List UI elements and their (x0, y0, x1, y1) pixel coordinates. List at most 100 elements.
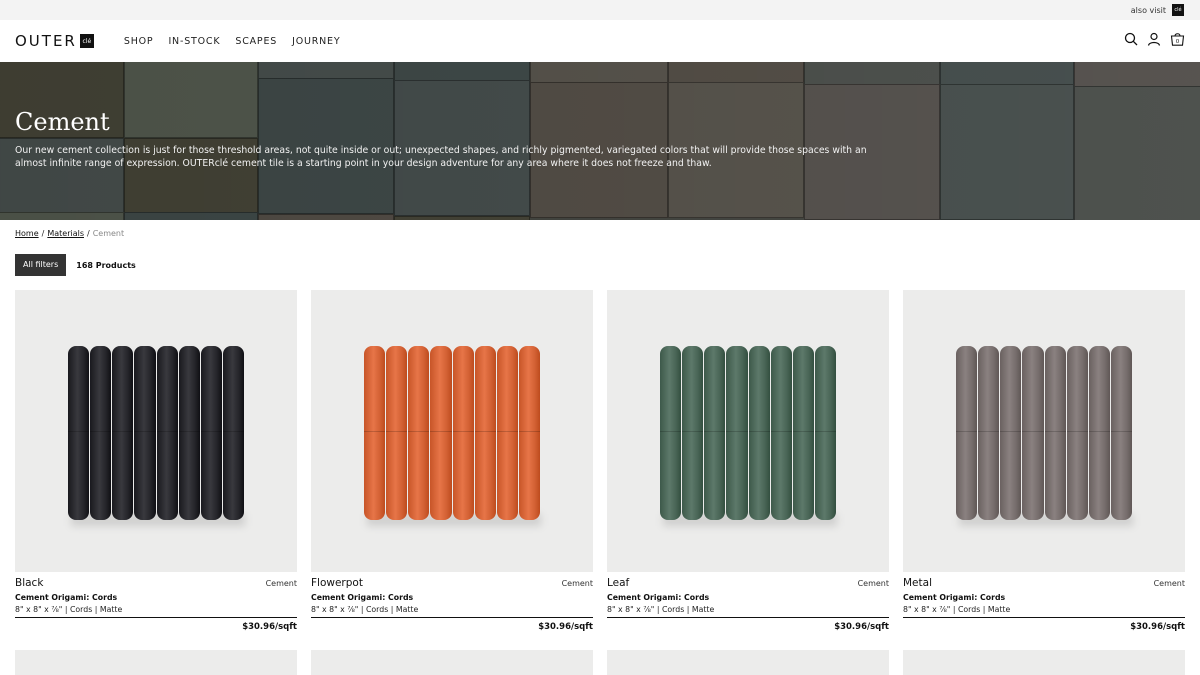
tile-cord (682, 346, 704, 520)
product-card[interactable]: Metal Cement Cement Origami: Cords 8" x … (903, 290, 1185, 632)
tile-cord (222, 346, 244, 520)
logo-wordmark: OUTER (15, 32, 77, 50)
tile-seam (178, 431, 200, 433)
tile-seam (1022, 431, 1044, 433)
tile-cord (1022, 346, 1044, 520)
tile-seam (134, 431, 156, 433)
hero-overlay (0, 62, 1200, 220)
tile-cord (748, 346, 770, 520)
breadcrumb-home[interactable]: Home (15, 229, 39, 238)
product-name[interactable]: Flowerpot (311, 577, 363, 589)
hero-description: Our new cement collection is just for th… (15, 145, 867, 169)
tile-cord (726, 346, 748, 520)
tile-seam (1088, 431, 1110, 433)
tile-cord (68, 346, 90, 520)
filter-bar: All filters 168 Products (15, 254, 136, 276)
tile-cord (452, 346, 474, 520)
search-icon[interactable] (1124, 32, 1138, 46)
cart-count: 0 (1176, 39, 1180, 45)
tile-cord (1088, 346, 1110, 520)
tile-cord (1066, 346, 1088, 520)
product-card[interactable]: Leaf Cement Cement Origami: Cords 8" x 8… (607, 290, 889, 632)
product-collection: Cement Origami: Cords (311, 593, 414, 602)
user-icon[interactable] (1147, 32, 1161, 46)
logo-box: clé (79, 34, 94, 48)
nav-in-stock[interactable]: IN-STOCK (168, 36, 220, 47)
site-header: OUTER clé SHOP IN-STOCK SCAPES JOURNEY 0 (0, 20, 1200, 62)
top-utility-bar: also visit clé (0, 0, 1200, 20)
tile-seam (682, 431, 704, 433)
tile-seam (518, 431, 540, 433)
product-spec: 8" x 8" x ⅞" | Cords | Matte (607, 605, 889, 618)
tile-seam (1044, 431, 1066, 433)
breadcrumb-separator: / (41, 229, 45, 238)
product-image[interactable] (607, 290, 889, 572)
product-image[interactable] (903, 290, 1185, 572)
tile-seam (792, 431, 814, 433)
tile-seam (726, 431, 748, 433)
tile-seam (1000, 431, 1022, 433)
tile-seam (770, 431, 792, 433)
product-material: Cement (265, 579, 297, 588)
product-collection: Cement Origami: Cords (15, 593, 118, 602)
all-filters-button[interactable]: All filters (15, 254, 67, 276)
product-price: $30.96/sqft (538, 622, 593, 632)
tile-cord (386, 346, 408, 520)
header-icons: 0 (1124, 32, 1185, 46)
tile-cord (364, 346, 386, 520)
tile-sample (364, 346, 540, 520)
product-card[interactable]: Flowerpot Cement Cement Origami: Cords 8… (311, 290, 593, 632)
product-name[interactable]: Black (15, 577, 43, 589)
tile-cord (408, 346, 430, 520)
sister-brand-logo[interactable]: clé (1172, 4, 1184, 16)
nav-scapes[interactable]: SCAPES (235, 36, 277, 47)
product-image-partial[interactable] (15, 650, 297, 675)
page-title: Cement (15, 108, 110, 136)
tile-seam (1110, 431, 1132, 433)
product-image[interactable] (15, 290, 297, 572)
tile-cord (178, 346, 200, 520)
tile-seam (814, 431, 836, 433)
tile-seam (112, 431, 134, 433)
tile-cord (430, 346, 452, 520)
product-image[interactable] (311, 290, 593, 572)
tile-cord (978, 346, 1000, 520)
product-name[interactable]: Metal (903, 577, 932, 589)
site-logo[interactable]: OUTER clé (15, 32, 94, 50)
tile-cord (704, 346, 726, 520)
tile-seam (156, 431, 178, 433)
product-price: $30.96/sqft (1130, 622, 1185, 632)
tile-cord (474, 346, 496, 520)
product-name[interactable]: Leaf (607, 577, 629, 589)
cart-icon[interactable]: 0 (1170, 32, 1185, 46)
product-collection: Cement Origami: Cords (607, 593, 710, 602)
product-image-partial[interactable] (311, 650, 593, 675)
tile-cord (814, 346, 836, 520)
tile-cord (90, 346, 112, 520)
nav-shop[interactable]: SHOP (124, 36, 154, 47)
product-count: 168 Products (76, 260, 136, 270)
tile-seam (474, 431, 496, 433)
tile-sample (68, 346, 244, 520)
hero-banner: Cement Our new cement collection is just… (0, 62, 1200, 220)
main-nav: SHOP IN-STOCK SCAPES JOURNEY (124, 36, 341, 47)
product-spec: 8" x 8" x ⅞" | Cords | Matte (15, 605, 297, 618)
tile-cord (496, 346, 518, 520)
breadcrumb-materials[interactable]: Materials (47, 229, 84, 238)
tile-seam (222, 431, 244, 433)
product-image-partial[interactable] (607, 650, 889, 675)
tile-cord (200, 346, 222, 520)
tile-seam (978, 431, 1000, 433)
product-material: Cement (561, 579, 593, 588)
product-card[interactable]: Black Cement Cement Origami: Cords 8" x … (15, 290, 297, 632)
product-collection: Cement Origami: Cords (903, 593, 1006, 602)
tile-seam (1066, 431, 1088, 433)
tile-seam (386, 431, 408, 433)
tile-seam (956, 431, 978, 433)
also-visit-label: also visit (1130, 5, 1166, 15)
tile-cord (792, 346, 814, 520)
product-image-partial[interactable] (903, 650, 1185, 675)
tile-cord (956, 346, 978, 520)
tile-seam (430, 431, 452, 433)
nav-journey[interactable]: JOURNEY (292, 36, 340, 47)
